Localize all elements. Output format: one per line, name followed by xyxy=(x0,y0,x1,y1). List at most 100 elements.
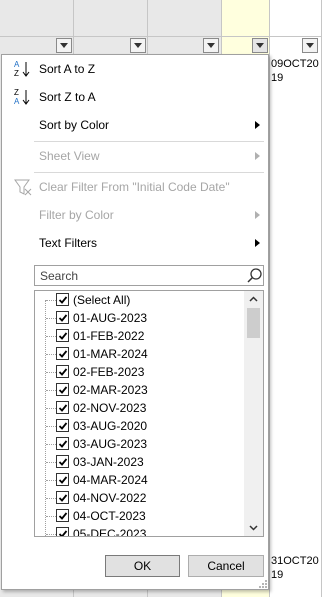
checkbox[interactable] xyxy=(56,329,69,342)
list-item-label: 01-FEB-2022 xyxy=(73,329,145,343)
tree-branch xyxy=(46,498,56,499)
menu-item-sheet-view: Sheet View xyxy=(2,145,268,167)
checkmark-icon xyxy=(58,475,67,484)
search-placeholder: Search xyxy=(40,269,79,283)
checkmark-icon xyxy=(58,493,67,502)
checkbox[interactable] xyxy=(56,419,69,432)
menu-item-text-filters[interactable]: Text Filters xyxy=(2,232,268,254)
list-item[interactable]: 03-JAN-2023 xyxy=(35,453,243,471)
checkbox[interactable] xyxy=(56,347,69,360)
checkmark-icon xyxy=(58,295,67,304)
list-item[interactable]: 04-MAR-2024 xyxy=(35,471,243,489)
list-item[interactable]: 02-MAR-2023 xyxy=(35,381,243,399)
tree-branch xyxy=(46,354,56,355)
menu-item-clear-filter: Clear Filter From "Initial Code Date" xyxy=(2,176,268,198)
search-input[interactable]: Search xyxy=(34,265,264,286)
checkmark-icon xyxy=(58,421,67,430)
scroll-down-button[interactable] xyxy=(244,520,263,536)
list-item[interactable]: (Select All) xyxy=(35,291,243,309)
svg-text:Z: Z xyxy=(14,88,19,97)
checkbox[interactable] xyxy=(56,437,69,450)
cell-value-bottom[interactable]: 31OCT20 19 xyxy=(271,554,321,582)
checkbox[interactable] xyxy=(56,473,69,486)
menu-item-label: Sheet View xyxy=(39,149,100,163)
vertical-scrollbar[interactable] xyxy=(244,291,263,536)
search-icon xyxy=(247,268,262,283)
menu-item-sort-a-to-z[interactable]: A Z Sort A to Z xyxy=(2,58,268,80)
header-row-divider xyxy=(0,36,322,37)
list-item-label: 01-AUG-2023 xyxy=(73,311,148,325)
scroll-up-button[interactable] xyxy=(244,291,263,307)
menu-separator xyxy=(34,172,264,173)
list-item-label: (Select All) xyxy=(73,293,131,307)
chevron-down-icon xyxy=(249,525,258,531)
sort-descending-icon: Z A xyxy=(12,86,34,108)
checkbox[interactable] xyxy=(56,311,69,324)
list-item-label: 03-AUG-2023 xyxy=(73,437,148,451)
list-item-label: 05-DEC-2023 xyxy=(73,527,147,537)
list-item[interactable]: 01-MAR-2024 xyxy=(35,345,243,363)
checkbox[interactable] xyxy=(56,491,69,504)
list-item[interactable]: 04-NOV-2022 xyxy=(35,489,243,507)
tree-branch xyxy=(46,372,56,373)
chevron-down-icon xyxy=(60,43,68,48)
checkbox[interactable] xyxy=(56,365,69,378)
list-item-label: 04-NOV-2022 xyxy=(73,491,147,505)
filter-dropdown-button-3[interactable] xyxy=(203,38,219,53)
checkbox[interactable] xyxy=(56,509,69,522)
cancel-button[interactable]: Cancel xyxy=(188,555,264,577)
checkbox[interactable] xyxy=(56,293,69,306)
list-item-label: 03-JAN-2023 xyxy=(73,455,144,469)
cell-value-top[interactable]: 09OCT20 19 xyxy=(271,57,321,85)
resize-grip-icon[interactable] xyxy=(256,579,268,589)
checkmark-icon xyxy=(58,385,67,394)
checkmark-icon xyxy=(58,367,67,376)
list-item-label: 02-NOV-2023 xyxy=(73,401,147,415)
tree-branch xyxy=(46,462,56,463)
menu-item-label: Sort by Color xyxy=(39,118,110,132)
clear-filter-icon xyxy=(12,176,34,198)
checkmark-icon xyxy=(58,331,67,340)
menu-item-label: Text Filters xyxy=(39,236,98,250)
list-item-label: 01-MAR-2024 xyxy=(73,347,148,361)
list-item[interactable]: 01-FEB-2022 xyxy=(35,327,243,345)
ok-button[interactable]: OK xyxy=(105,555,180,577)
list-item[interactable]: 04-OCT-2023 xyxy=(35,507,243,525)
checkbox[interactable] xyxy=(56,401,69,414)
filter-dropdown-button-4[interactable] xyxy=(252,38,268,53)
checkbox[interactable] xyxy=(56,527,69,536)
list-item[interactable]: 02-FEB-2023 xyxy=(35,363,243,381)
list-item-label: 02-MAR-2023 xyxy=(73,383,148,397)
filter-values-list: (Select All) 01-AUG-2023 01-FEB-2022 01-MAR… xyxy=(34,290,264,537)
tree-branch xyxy=(46,516,56,517)
checkmark-icon xyxy=(58,313,67,322)
chevron-right-icon xyxy=(255,152,260,160)
list-item[interactable]: 03-AUG-2023 xyxy=(35,435,243,453)
menu-item-label: Sort Z to A xyxy=(39,90,96,104)
menu-item-label: Sort A to Z xyxy=(39,62,96,76)
chevron-down-icon xyxy=(306,43,314,48)
filter-dropdown-button-2[interactable] xyxy=(130,38,146,53)
menu-item-sort-z-to-a[interactable]: Z A Sort Z to A xyxy=(2,86,268,108)
menu-item-sort-by-color[interactable]: Sort by Color xyxy=(2,114,268,136)
checkmark-icon xyxy=(58,511,67,520)
filter-dropdown-button-1[interactable] xyxy=(56,38,72,53)
list-item[interactable]: 03-AUG-2020 xyxy=(35,417,243,435)
list-item[interactable]: 01-AUG-2023 xyxy=(35,309,243,327)
menu-item-label: Clear Filter From "Initial Code Date" xyxy=(39,180,230,194)
menu-separator xyxy=(34,141,264,142)
list-item[interactable]: 05-DEC-2023 xyxy=(35,525,243,537)
scrollbar-thumb[interactable] xyxy=(247,308,260,338)
tree-branch xyxy=(46,426,56,427)
checkbox[interactable] xyxy=(56,383,69,396)
checkbox[interactable] xyxy=(56,455,69,468)
checkmark-icon xyxy=(58,349,67,358)
chevron-up-icon xyxy=(249,296,258,302)
tree-branch xyxy=(46,336,56,337)
chevron-down-icon xyxy=(134,43,142,48)
list-item-label: 02-FEB-2023 xyxy=(73,365,145,379)
filter-dropdown-button-5[interactable] xyxy=(302,38,318,53)
list-item[interactable]: 02-NOV-2023 xyxy=(35,399,243,417)
chevron-right-icon xyxy=(255,211,260,219)
autofilter-menu: A Z Sort A to Z Z A Sort Z to A Sort by … xyxy=(1,54,269,590)
